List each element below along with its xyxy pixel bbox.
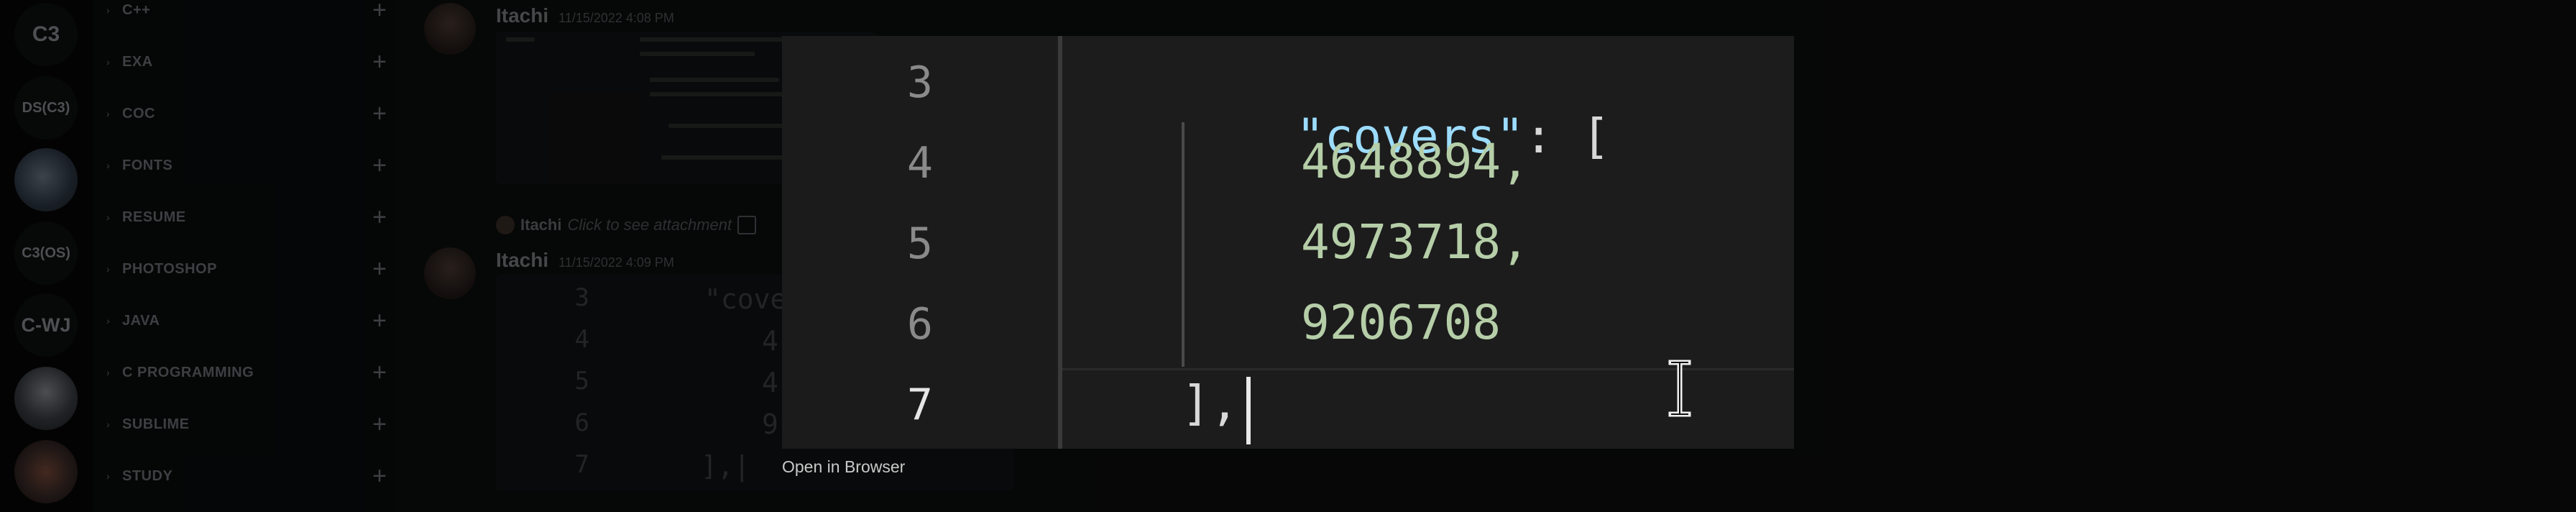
i-beam-cursor-icon [1668,360,1691,417]
line-number: 3 [906,58,933,108]
line-number: 5 [906,219,933,269]
text-caret [1246,377,1251,444]
code-line-5: 4973718, [1301,214,1530,270]
code-line-4: 4648894, [1301,134,1530,189]
code-line-6: 9206708 [1301,295,1501,350]
json-punctuation: : [ [1524,109,1611,164]
code-line-7: ], [1182,375,1239,431]
line-number: 4 [906,138,933,188]
image-viewer[interactable]: 3 4 5 6 7 "covers": [ 4648894, 4973718, … [782,36,1794,449]
indent-guide [1182,122,1184,367]
line-number: 6 [906,299,933,349]
line-number-active: 7 [906,380,933,430]
open-in-browser-link[interactable]: Open in Browser [782,457,905,477]
